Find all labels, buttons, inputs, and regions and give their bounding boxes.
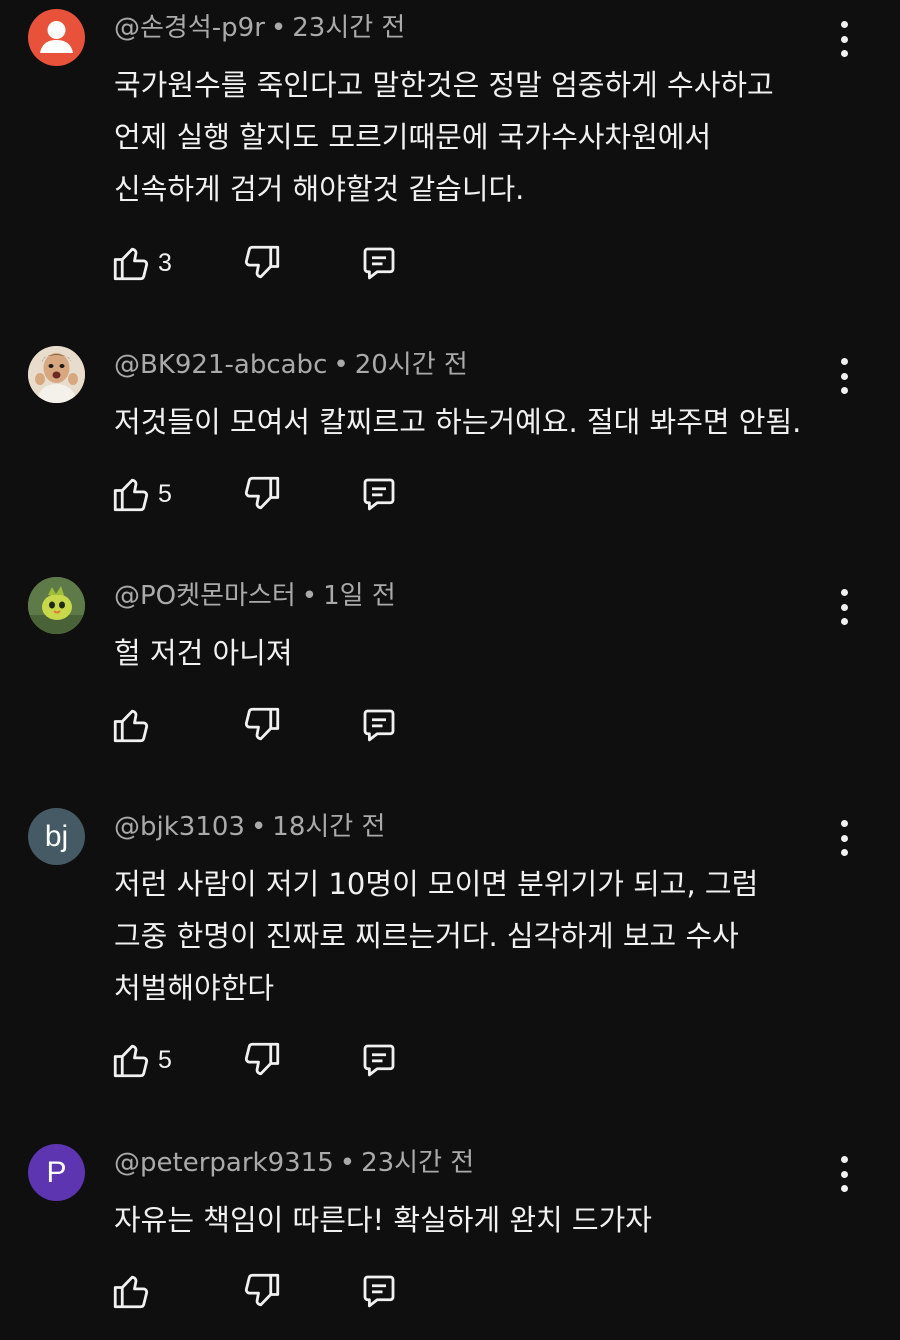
comment-text-line: 국가원수를 죽인다고 말한것은 정말 엄중하게 수사하고 bbox=[114, 68, 774, 102]
thumb-up-icon bbox=[113, 1044, 149, 1078]
like-button[interactable] bbox=[110, 1269, 158, 1313]
comment-text-line: 그중 한명이 진짜로 찌르는거다. 심각하게 보고 수사 bbox=[114, 919, 739, 953]
comment-text: 저것들이 모여서 칼찌르고 하는거예요. 절대 봐주면 안됨. bbox=[114, 396, 854, 448]
avatar[interactable] bbox=[28, 346, 85, 403]
thumb-down-icon bbox=[244, 1273, 280, 1307]
comment-actions: 5 bbox=[110, 472, 430, 516]
more-vertical-icon bbox=[840, 589, 848, 596]
reply-button[interactable] bbox=[358, 241, 400, 285]
profile-photo-icon bbox=[28, 577, 85, 634]
avatar[interactable]: P bbox=[28, 1144, 85, 1201]
dislike-button[interactable] bbox=[241, 472, 283, 516]
more-vertical-icon bbox=[840, 358, 848, 365]
comment-text-line: 저것들이 모여서 칼찌르고 하는거예요. 절대 봐주면 안됨. bbox=[114, 405, 802, 439]
comment-text: 헐 저건 아니져 bbox=[114, 627, 854, 679]
comment-actions bbox=[110, 1269, 430, 1313]
dislike-button[interactable] bbox=[241, 1038, 283, 1082]
more-options-button[interactable] bbox=[830, 21, 858, 57]
comment-meta: @손경석-p9r • 23시간 전 bbox=[114, 11, 405, 45]
thumb-up-icon bbox=[113, 1275, 149, 1309]
thumb-down-icon bbox=[244, 1042, 280, 1076]
meta-separator: • bbox=[250, 812, 267, 842]
avatar-initials: bj bbox=[44, 819, 69, 853]
comment-text: 자유는 책임이 따른다! 확실하게 완치 드가자 bbox=[114, 1194, 854, 1246]
more-options-button[interactable] bbox=[830, 358, 858, 394]
reply-icon bbox=[363, 1275, 395, 1308]
thumb-up-icon bbox=[113, 478, 149, 512]
comment-author[interactable]: @peterpark9315 bbox=[114, 1148, 334, 1178]
avatar[interactable] bbox=[28, 9, 85, 66]
comment-author[interactable]: @손경석-p9r bbox=[114, 13, 265, 43]
reply-icon bbox=[363, 1044, 395, 1077]
reply-button[interactable] bbox=[358, 703, 400, 747]
comment-author[interactable]: @bjk3103 bbox=[114, 812, 245, 842]
comment-text-line: 언제 실행 할지도 모르기때문에 국가수사차원에서 bbox=[114, 120, 712, 154]
comment-meta: @peterpark9315 • 23시간 전 bbox=[114, 1146, 474, 1180]
comment-text: 저런 사람이 저기 10명이 모이면 분위기가 되고, 그럼 그중 한명이 진짜… bbox=[114, 858, 854, 1014]
more-vertical-icon bbox=[840, 21, 848, 28]
comment-time: 1일 전 bbox=[323, 581, 396, 611]
like-button[interactable] bbox=[110, 703, 158, 747]
comment-meta: @bjk3103 • 18시간 전 bbox=[114, 810, 385, 844]
thumb-down-icon bbox=[244, 476, 280, 510]
meta-separator: • bbox=[270, 13, 287, 43]
comment-actions: 3 bbox=[110, 241, 430, 285]
thumb-down-icon bbox=[244, 707, 280, 741]
like-count: 5 bbox=[158, 479, 172, 508]
comment-meta: @BK921-abcabc • 20시간 전 bbox=[114, 348, 468, 382]
comment-text-line: 저런 사람이 저기 10명이 모이면 분위기가 되고, 그럼 bbox=[114, 867, 759, 901]
dislike-button[interactable] bbox=[241, 1269, 283, 1313]
more-vertical-icon bbox=[840, 1156, 848, 1163]
like-count: 5 bbox=[158, 1045, 172, 1074]
comment-author[interactable]: @PO켓몬마스터 bbox=[114, 581, 296, 611]
reply-button[interactable] bbox=[358, 1269, 400, 1313]
avatar[interactable] bbox=[28, 577, 85, 634]
meta-separator: • bbox=[339, 1148, 356, 1178]
comment-text-line: 신속하게 검거 해야할것 같습니다. bbox=[114, 172, 525, 206]
reply-button[interactable] bbox=[358, 472, 400, 516]
comment-author[interactable]: @BK921-abcabc bbox=[114, 350, 327, 380]
comment-text-line: 헐 저건 아니져 bbox=[114, 636, 293, 670]
reply-icon bbox=[363, 478, 395, 511]
more-options-button[interactable] bbox=[830, 1156, 858, 1192]
reply-icon bbox=[363, 247, 395, 280]
like-button[interactable]: 3 bbox=[110, 241, 172, 285]
meta-separator: • bbox=[333, 350, 349, 380]
dislike-button[interactable] bbox=[241, 241, 283, 285]
comment-time: 23시간 전 bbox=[292, 13, 406, 43]
dislike-button[interactable] bbox=[241, 703, 283, 747]
reply-button[interactable] bbox=[358, 1038, 400, 1082]
more-vertical-icon bbox=[840, 820, 848, 827]
thumb-down-icon bbox=[244, 245, 280, 279]
avatar[interactable]: bj bbox=[28, 808, 85, 865]
like-count: 3 bbox=[158, 248, 172, 277]
meta-separator: • bbox=[301, 581, 318, 611]
comment-text: 국가원수를 죽인다고 말한것은 정말 엄중하게 수사하고 언제 실행 할지도 모… bbox=[114, 59, 854, 215]
comment-time: 23시간 전 bbox=[361, 1148, 475, 1178]
comment-actions bbox=[110, 703, 430, 747]
avatar-initials: P bbox=[46, 1155, 67, 1189]
profile-photo-icon bbox=[28, 346, 85, 403]
comment-text-line: 자유는 책임이 따른다! 확실하게 완치 드가자 bbox=[114, 1203, 652, 1237]
more-options-button[interactable] bbox=[830, 820, 858, 856]
comment-actions: 5 bbox=[110, 1038, 430, 1082]
like-button[interactable]: 5 bbox=[110, 472, 172, 516]
thumb-up-icon bbox=[113, 709, 149, 743]
thumb-up-icon bbox=[113, 247, 149, 281]
comment-time: 20시간 전 bbox=[354, 350, 468, 380]
reply-icon bbox=[363, 709, 395, 742]
more-options-button[interactable] bbox=[830, 589, 858, 625]
comment-text-line: 처벌해야한다 bbox=[114, 971, 275, 1005]
like-button[interactable]: 5 bbox=[110, 1038, 172, 1082]
default-avatar-icon bbox=[40, 21, 73, 53]
comment-time: 18시간 전 bbox=[272, 812, 386, 842]
comment-meta: @PO켓몬마스터 • 1일 전 bbox=[114, 579, 396, 613]
